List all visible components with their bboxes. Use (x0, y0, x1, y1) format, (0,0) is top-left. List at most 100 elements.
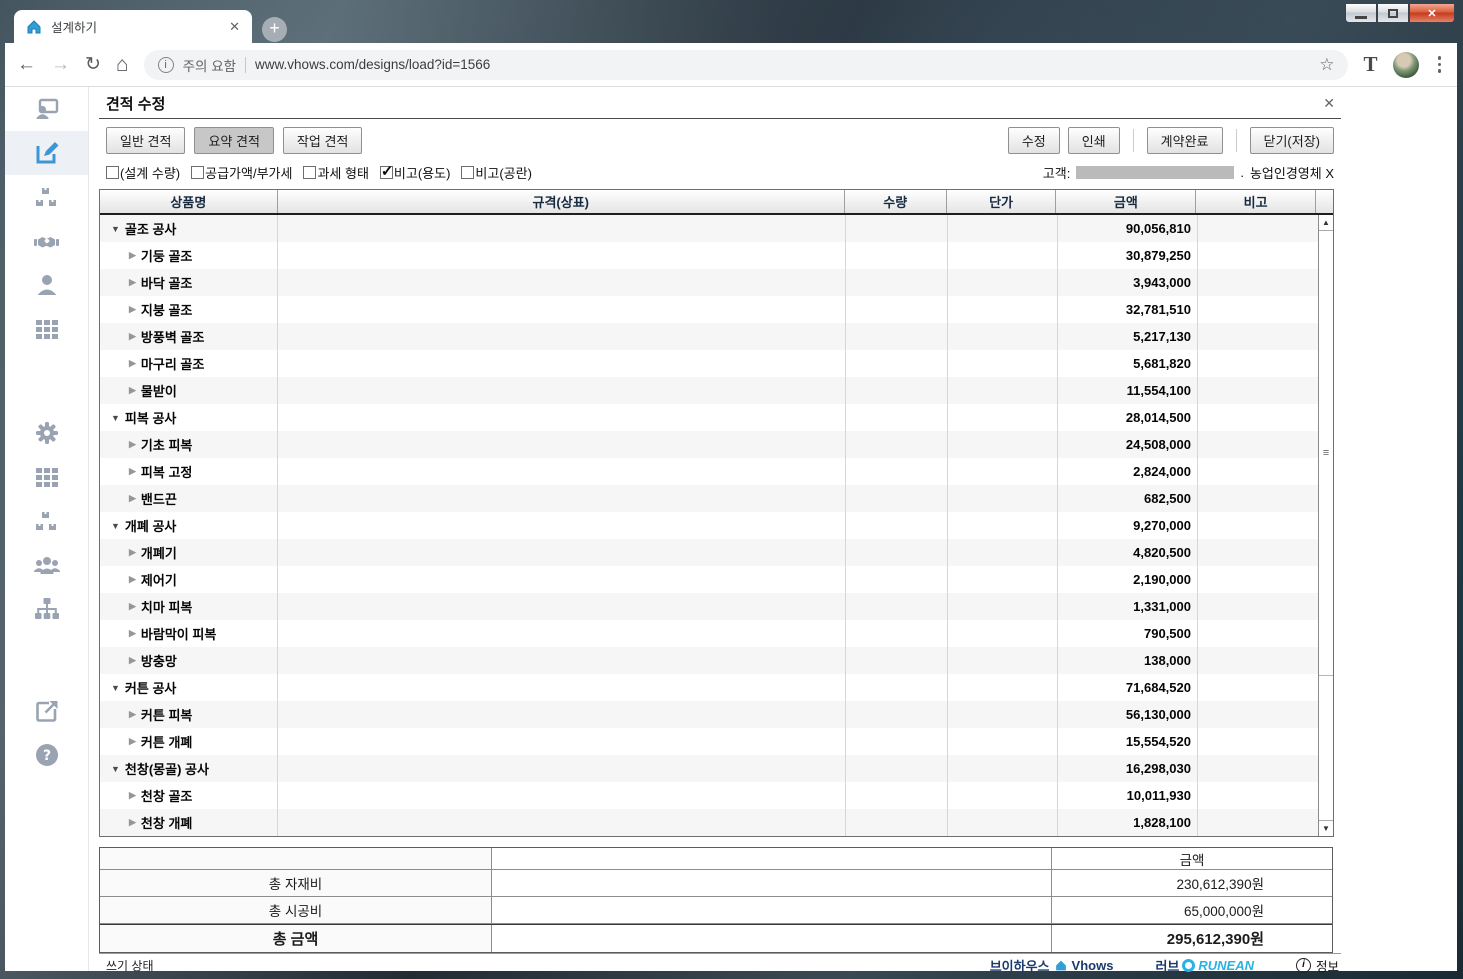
window-close-button[interactable]: ✕ (1409, 4, 1455, 23)
security-label[interactable]: 주의 요함 (183, 55, 236, 75)
tree-marker-icon[interactable]: ▶ (129, 574, 136, 585)
scrollbar-track[interactable]: ≡ (1319, 231, 1333, 820)
contract-complete-button[interactable]: 계약완료 (1146, 127, 1223, 154)
sidebar-item-materials[interactable] (5, 175, 88, 219)
checkbox-icon[interactable]: ✓ (106, 166, 119, 179)
tab-close-icon[interactable]: ✕ (225, 19, 244, 35)
option-checkbox[interactable]: ✓ 과세 형태 (303, 163, 369, 182)
tree-marker-icon[interactable]: ▼ (111, 413, 120, 423)
sidebar-item-external-link[interactable] (5, 689, 88, 733)
tree-marker-icon[interactable]: ▶ (129, 250, 136, 261)
sidebar-item-products[interactable] (5, 307, 88, 351)
table-scrollbar[interactable]: ▲ ≡ ▼ (1318, 215, 1333, 836)
sidebar-item-help[interactable]: ? (5, 733, 88, 777)
scroll-up-icon[interactable]: ▲ (1319, 215, 1333, 231)
quote-table-row[interactable]: ▶ 커튼 개폐 15,554,520 (100, 728, 1318, 755)
edit-button[interactable]: 수정 (1007, 127, 1060, 154)
checkbox-icon[interactable]: ✓ (303, 166, 317, 179)
tree-marker-icon[interactable]: ▶ (129, 628, 136, 639)
runean-logo[interactable]: 러브 RUNEAN (1155, 956, 1254, 975)
tree-marker-icon[interactable]: ▼ (111, 224, 120, 234)
profile-avatar[interactable] (1392, 51, 1419, 78)
tree-marker-icon[interactable]: ▶ (129, 601, 136, 612)
print-button[interactable]: 인쇄 (1067, 127, 1120, 154)
quote-table-row[interactable]: ▶ 방충망 138,000 (100, 647, 1318, 674)
url-text[interactable]: www.vhows.com/designs/load?id=1566 (255, 57, 490, 72)
option-checkbox[interactable]: ✓ 공급가액/부가세 (191, 163, 292, 182)
quote-table-row[interactable]: ▶ 바닥 골조 3,943,000 (100, 269, 1318, 296)
quote-table-row[interactable]: ▶ 기둥 골조 30,879,250 (100, 242, 1318, 269)
quote-table-row[interactable]: ▼ 개폐 공사 9,270,000 (100, 512, 1318, 539)
col-header-spec[interactable]: 규격(상표) (278, 190, 845, 213)
reload-icon[interactable]: ↻ (85, 55, 101, 74)
sidebar-item-consulting[interactable] (5, 87, 88, 131)
col-header-amount[interactable]: 금액 (1056, 190, 1197, 213)
tree-marker-icon[interactable]: ▶ (129, 385, 136, 396)
scrollbar-thumb[interactable]: ≡ (1319, 231, 1333, 676)
vhows-logo[interactable]: 브이하우스 Vhows (990, 956, 1114, 975)
tree-marker-icon[interactable]: ▶ (129, 277, 136, 288)
tree-marker-icon[interactable]: ▶ (129, 655, 136, 666)
quote-table-row[interactable]: ▶ 바람막이 피복 790,500 (100, 620, 1318, 647)
extension-t-icon[interactable]: T (1363, 52, 1377, 77)
checkbox-icon[interactable]: ✓ (461, 166, 475, 179)
quote-table-row[interactable]: ▼ 천창(몽골) 공사 16,298,030 (100, 755, 1318, 782)
checkbox-icon[interactable]: ✓ (379, 163, 394, 180)
quote-table-row[interactable]: ▶ 제어기 2,190,000 (100, 566, 1318, 593)
option-checkbox[interactable]: ✓ 비고(공란) (461, 163, 532, 182)
option-checkbox[interactable]: ✓ 비고(용도) (379, 163, 450, 182)
general-quote-button[interactable]: 일반 견적 (106, 127, 186, 154)
sidebar-item-customer[interactable] (5, 263, 88, 307)
close-save-button[interactable]: 닫기(저장) (1249, 127, 1334, 154)
tree-marker-icon[interactable]: ▶ (129, 358, 136, 369)
tree-marker-icon[interactable]: ▶ (129, 331, 136, 342)
forward-icon[interactable]: → (51, 55, 70, 74)
tree-marker-icon[interactable]: ▶ (129, 493, 136, 504)
tree-marker-icon[interactable]: ▶ (129, 790, 136, 801)
quote-table-row[interactable]: ▼ 골조 공사 90,056,810 (100, 215, 1318, 242)
col-header-qty[interactable]: 수량 (845, 190, 947, 213)
quote-table-row[interactable]: ▶ 방풍벽 골조 5,217,130 (100, 323, 1318, 350)
sidebar-item-settings[interactable] (5, 411, 88, 455)
scroll-down-icon[interactable]: ▼ (1319, 820, 1333, 836)
quote-table-row[interactable]: ▶ 천창 개폐 1,828,100 (100, 809, 1318, 836)
tree-marker-icon[interactable]: ▶ (129, 547, 136, 558)
browser-tab[interactable]: 설계하기 ✕ (14, 10, 252, 43)
back-icon[interactable]: ← (17, 55, 36, 74)
option-checkbox[interactable]: ✓ (설계 수량) (106, 163, 180, 182)
tree-marker-icon[interactable]: ▶ (129, 709, 136, 720)
tree-marker-icon[interactable]: ▼ (111, 683, 120, 693)
panel-close-icon[interactable]: ✕ (1323, 95, 1335, 112)
quote-table-row[interactable]: ▶ 기초 피복 24,508,000 (100, 431, 1318, 458)
sidebar-item-inventory[interactable] (5, 499, 88, 543)
tree-marker-icon[interactable]: ▼ (111, 521, 120, 531)
window-minimize-button[interactable] (1345, 4, 1377, 23)
address-bar[interactable]: i 주의 요함 www.vhows.com/designs/load?id=15… (143, 49, 1349, 80)
browser-menu-icon[interactable] (1434, 56, 1446, 73)
quote-table-row[interactable]: ▶ 피복 고정 2,824,000 (100, 458, 1318, 485)
quote-table-row[interactable]: ▶ 치마 피복 1,331,000 (100, 593, 1318, 620)
sidebar-item-organization[interactable] (5, 587, 88, 631)
col-header-product[interactable]: 상품명 (100, 190, 278, 213)
sidebar-item-deals[interactable] (5, 219, 88, 263)
tree-marker-icon[interactable]: ▶ (129, 304, 136, 315)
tree-marker-icon[interactable]: ▶ (129, 817, 136, 828)
home-icon[interactable]: ⌂ (116, 54, 129, 75)
quote-table-row[interactable]: ▶ 마구리 골조 5,681,820 (100, 350, 1318, 377)
info-link[interactable]: i 정보 (1295, 956, 1339, 975)
sidebar-item-apps[interactable] (5, 455, 88, 499)
customer-note[interactable]: 농업인경영체 X (1250, 163, 1334, 182)
quote-table-row[interactable]: ▼ 피복 공사 28,014,500 (100, 404, 1318, 431)
summary-quote-button[interactable]: 요약 견적 (194, 127, 274, 154)
site-info-icon[interactable]: i (157, 56, 174, 73)
checkbox-icon[interactable]: ✓ (191, 166, 205, 179)
quote-table-row[interactable]: ▶ 개폐기 4,820,500 (100, 539, 1318, 566)
quote-table-row[interactable]: ▶ 천창 골조 10,011,930 (100, 782, 1318, 809)
new-tab-button[interactable]: + (262, 17, 287, 42)
quote-table-row[interactable]: ▶ 커튼 피복 56,130,000 (100, 701, 1318, 728)
tree-marker-icon[interactable]: ▶ (129, 466, 136, 477)
tree-marker-icon[interactable]: ▶ (129, 439, 136, 450)
sidebar-item-design-edit[interactable] (5, 131, 88, 175)
sidebar-item-team[interactable] (5, 543, 88, 587)
work-quote-button[interactable]: 작업 견적 (282, 127, 363, 154)
